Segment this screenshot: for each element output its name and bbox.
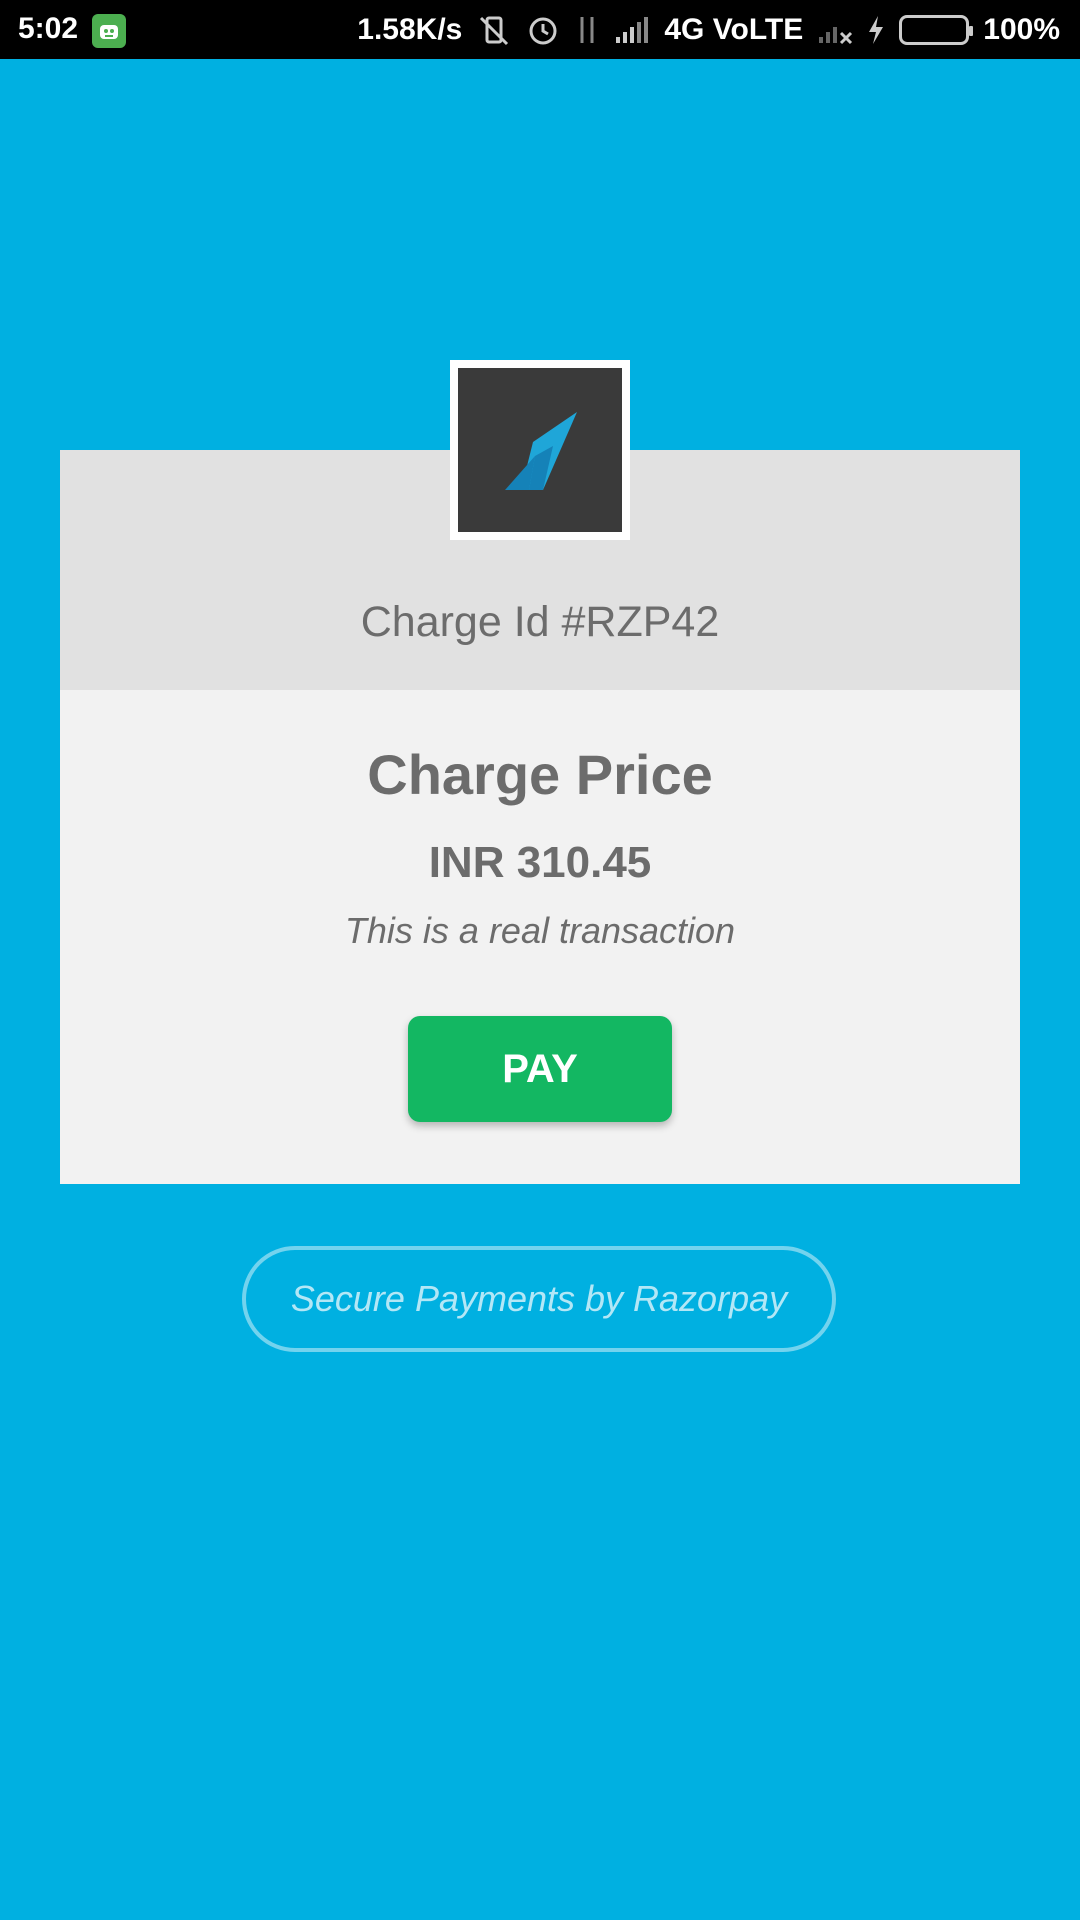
status-time: 5:02	[18, 12, 79, 45]
razorpay-logo-icon	[458, 368, 622, 532]
status-bar: 5:02 1.58K/s 4G VoLTE 100%	[0, 0, 1080, 59]
secure-payments-badge: Secure Payments by Razorpay	[242, 1246, 836, 1352]
battery-percent: 100%	[983, 12, 1060, 46]
no-signal-icon	[817, 15, 853, 45]
charge-card: Charge Id #RZP42 Charge Price INR 310.45…	[60, 450, 1020, 1184]
charge-price-title: Charge Price	[367, 743, 713, 806]
data-transfer-icon	[574, 13, 600, 47]
charge-id: Charge Id #RZP42	[360, 598, 720, 646]
charging-icon	[867, 15, 885, 45]
charge-amount: INR 310.45	[428, 838, 652, 887]
status-indicators: 1.58K/s 4G VoLTE 100%	[357, 0, 1060, 59]
signal-icon	[614, 15, 650, 45]
vibrate-off-icon	[476, 12, 512, 48]
transaction-note: This is a real transaction	[344, 910, 736, 951]
battery-icon	[899, 14, 974, 45]
merchant-logo	[450, 360, 630, 540]
alarm-icon	[526, 13, 560, 47]
pay-button[interactable]: PAY	[408, 1016, 672, 1122]
network-speed: 1.58K/s	[357, 12, 463, 46]
network-type: 4G VoLTE	[664, 12, 804, 46]
secure-payments-text: Secure Payments by Razorpay	[290, 1278, 788, 1319]
app-notification-icon	[92, 14, 126, 48]
